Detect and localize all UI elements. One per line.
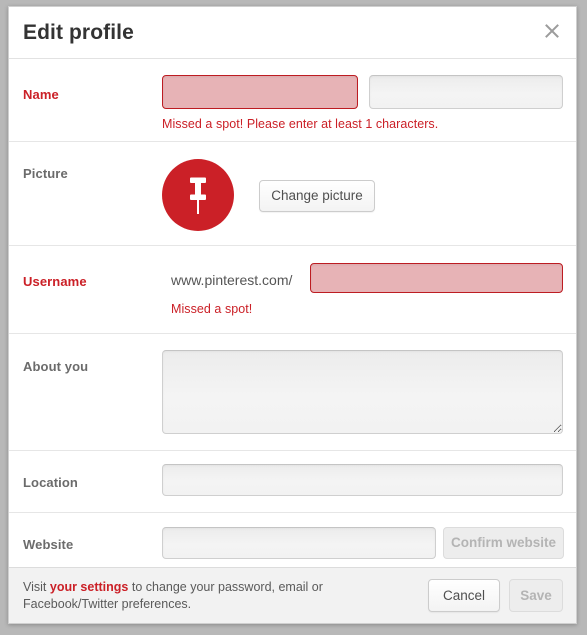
label-name: Name	[23, 87, 59, 102]
website-input[interactable]	[162, 527, 436, 559]
username-url-prefix: www.pinterest.com/	[171, 272, 293, 288]
pin-icon	[190, 177, 206, 214]
row-about: About you	[9, 334, 576, 451]
row-name: Name Missed a spot! Please enter at leas…	[9, 59, 576, 142]
footer-text-before: Visit	[23, 580, 50, 594]
label-website: Website	[23, 537, 74, 552]
first-name-input[interactable]	[162, 75, 358, 109]
your-settings-link[interactable]: your settings	[50, 580, 129, 594]
label-picture: Picture	[23, 166, 68, 181]
last-name-input[interactable]	[369, 75, 563, 109]
save-button[interactable]: Save	[509, 579, 563, 612]
page-title: Edit profile	[23, 21, 134, 44]
label-username: Username	[23, 274, 87, 289]
confirm-website-button[interactable]: Confirm website	[443, 527, 564, 559]
change-picture-button[interactable]: Change picture	[259, 180, 375, 212]
close-icon[interactable]	[538, 17, 566, 45]
username-error-message: Missed a spot!	[171, 302, 253, 316]
edit-profile-dialog: Edit profile Name Missed a spot! Please …	[8, 6, 577, 624]
cancel-button[interactable]: Cancel	[428, 579, 500, 612]
label-about: About you	[23, 359, 89, 374]
row-location: Location	[9, 451, 576, 513]
row-picture: Picture Change picture	[9, 142, 576, 246]
location-input[interactable]	[162, 464, 563, 496]
row-username: Username www.pinterest.com/ Missed a spo…	[9, 246, 576, 334]
avatar[interactable]	[162, 159, 234, 231]
about-you-textarea[interactable]	[162, 350, 563, 434]
footer-note: Visit your settings to change your passw…	[23, 579, 323, 613]
name-error-message: Missed a spot! Please enter at least 1 c…	[162, 117, 439, 131]
dialog-header: Edit profile	[9, 7, 576, 59]
label-location: Location	[23, 475, 78, 490]
dialog-footer: Visit your settings to change your passw…	[9, 567, 576, 623]
username-input[interactable]	[310, 263, 563, 293]
